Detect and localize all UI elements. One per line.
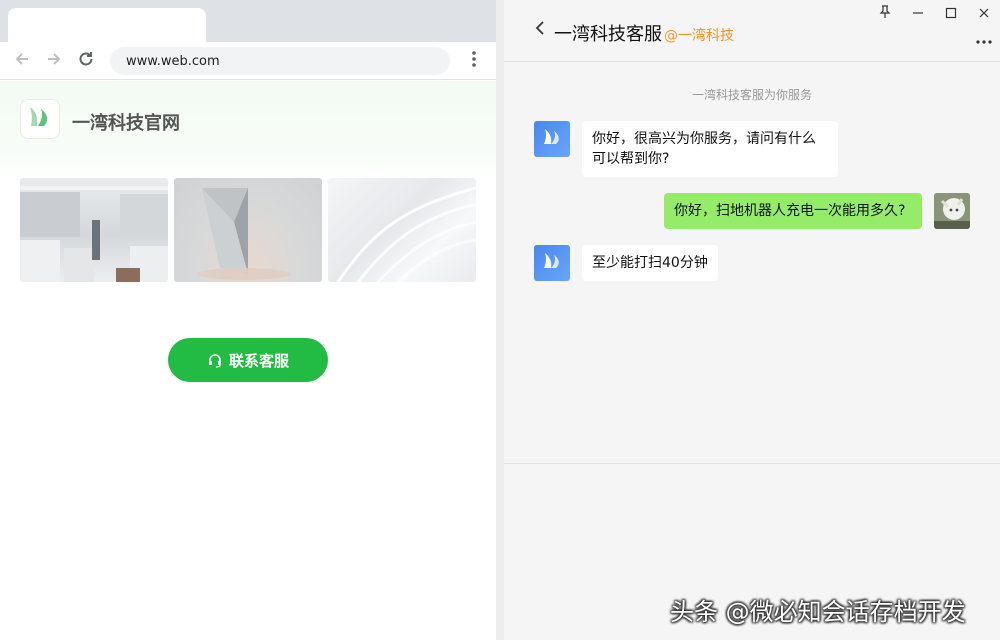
reload-icon [77,50,95,72]
chat-org-tag: @一湾科技 [664,28,734,44]
browser-tab[interactable] [8,8,206,42]
headset-icon [207,352,223,368]
address-bar[interactable]: www.web.com [110,47,450,75]
forward-arrow-icon [45,50,63,72]
agent-avatar[interactable] [534,245,570,281]
input-area-divider [504,463,1000,464]
chat-window: 一湾科技客服 @一湾科技 一湾科技客服为你服务 你好，很高兴为你服务，请问有什么… [504,0,1000,640]
website-content: 一湾科技官网 联系客服 [0,81,496,640]
bot-logo-icon [542,128,562,150]
banner-image-store [20,178,168,282]
site-logo[interactable] [20,99,60,139]
chat-header: 一湾科技客服 @一湾科技 [504,0,1000,62]
site-title: 一湾科技官网 [72,113,180,134]
close-button[interactable] [975,4,993,22]
tab-strip [0,0,496,42]
browser-window: www.web.com 一湾科技官网 联系客服 [0,0,496,640]
back-arrow-icon [13,50,31,72]
back-button[interactable] [10,49,34,73]
system-note: 一湾科技客服为你服务 [691,88,812,102]
pin-icon [879,4,891,23]
chat-title-text: 一湾科技客服 [554,24,662,45]
agent-avatar[interactable] [534,121,570,157]
minimize-icon [912,4,924,23]
banner-image-crystal [174,178,322,282]
url-text: www.web.com [126,53,220,69]
close-icon [978,4,990,23]
watermark-text: 头条 @微必知会话存档开发 [670,598,966,626]
leaf-logo-icon [28,106,52,132]
banner-image-waves [328,178,476,282]
forward-button[interactable] [42,49,66,73]
chat-more-button[interactable] [974,30,994,46]
minimize-button[interactable] [909,4,927,22]
message-bubble-agent: 至少能打扫40分钟 [582,245,718,281]
pin-button[interactable] [876,4,894,22]
browser-menu-button[interactable] [464,49,484,73]
reload-button[interactable] [74,49,98,73]
chat-back-button[interactable] [530,20,550,40]
message-bubble-agent: 你好，很高兴为你服务，请问有什么可以帮到你? [582,121,838,177]
message-bubble-user: 你好，扫地机器人充电一次能用多久? [664,193,922,229]
user-avatar[interactable] [934,193,970,229]
maximize-icon [945,4,957,23]
site-header: 一湾科技官网 [0,81,496,181]
contact-support-label: 联系客服 [228,351,289,370]
kebab-menu-icon [472,51,476,71]
maximize-button[interactable] [942,4,960,22]
browser-toolbar: www.web.com [0,42,496,80]
more-icon [976,29,992,48]
chevron-left-icon [534,20,546,40]
chat-title: 一湾科技客服 @一湾科技 [554,20,734,46]
pane-divider [496,0,504,640]
bot-logo-icon [542,252,562,274]
contact-support-button[interactable]: 联系客服 [168,338,328,382]
